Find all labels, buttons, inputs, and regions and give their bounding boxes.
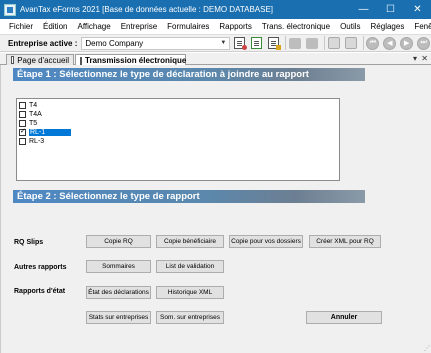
tab-list-dropdown[interactable]: ▾ bbox=[413, 54, 417, 63]
list-item[interactable]: RL-1 bbox=[17, 127, 71, 137]
stats-sur-entreprises-button[interactable]: Stats sur entreprises bbox=[86, 311, 151, 324]
resize-grip-icon[interactable]: ⋰ bbox=[424, 345, 430, 352]
tab-strip: Page d'accueil Transmission électronique… bbox=[0, 53, 431, 66]
company-label: Entreprise active : bbox=[8, 38, 78, 48]
row-label-autres-rapports: Autres rapports bbox=[14, 264, 67, 271]
report-add-icon[interactable] bbox=[249, 36, 264, 50]
menu-affichage[interactable]: Affichage bbox=[72, 22, 115, 31]
som-sur-entreprises-button[interactable]: Som. sur entreprises bbox=[156, 311, 224, 324]
close-tab-button[interactable]: ✕ bbox=[421, 54, 428, 63]
sommaires-button[interactable]: Sommaires bbox=[86, 260, 151, 273]
copie-pour-vos-dossiers-button[interactable]: Copie pour vos dossiers bbox=[229, 235, 303, 248]
menu-formulaires[interactable]: Formulaires bbox=[162, 22, 214, 31]
chevron-down-icon: ▼ bbox=[220, 40, 227, 46]
checkbox-rl1[interactable] bbox=[19, 127, 26, 136]
checkbox-t4[interactable] bbox=[19, 102, 26, 109]
title-bar: AvanTax eForms 2021 [Base de données act… bbox=[0, 0, 431, 19]
list-item-label: RL-1 bbox=[29, 129, 71, 136]
list-item[interactable]: RL-3 bbox=[17, 137, 44, 146]
company-select-value: Demo Company bbox=[85, 38, 144, 48]
menu-fichier[interactable]: Fichier bbox=[4, 22, 38, 31]
toolbar: Entreprise active : Demo Company ▼ ⏮ ◀ ▶… bbox=[0, 34, 431, 52]
historique-xml-button[interactable]: Historique XML bbox=[156, 286, 224, 299]
step2-banner: Étape 2 : Sélectionnez le type de rappor… bbox=[13, 190, 365, 203]
list-de-validation-button[interactable]: List de validation bbox=[156, 260, 224, 273]
main-content: Étape 1 : Sélectionnez le type de déclar… bbox=[0, 65, 431, 353]
tab-page-accueil[interactable]: Page d'accueil bbox=[6, 54, 74, 65]
cancel-button[interactable]: Annuler bbox=[306, 311, 382, 324]
copie-rq-button[interactable]: Copie RQ bbox=[86, 235, 151, 248]
last-record-icon[interactable]: ⏭ bbox=[416, 36, 431, 50]
menu-reglages[interactable]: Réglages bbox=[366, 22, 410, 31]
copie-beneficiaire-button[interactable]: Copie bénéficiaire bbox=[156, 235, 224, 248]
list-item-label: RL-3 bbox=[29, 138, 45, 145]
list-item[interactable]: T4A bbox=[17, 110, 42, 119]
checkbox-t4a[interactable] bbox=[19, 111, 26, 118]
minimize-button[interactable]: — bbox=[350, 0, 377, 19]
home-icon bbox=[11, 56, 15, 64]
app-icon bbox=[4, 3, 16, 16]
previous-record-icon[interactable]: ◀ bbox=[382, 36, 397, 50]
window-title: AvanTax eForms 2021 [Base de données act… bbox=[20, 5, 274, 14]
checkbox-t5[interactable] bbox=[19, 120, 26, 127]
transmission-icon bbox=[80, 56, 82, 65]
maximize-button[interactable]: ☐ bbox=[377, 0, 404, 19]
menu-bar: Fichier Édition Affichage Entreprise For… bbox=[0, 19, 431, 34]
menu-fenetre[interactable]: Fenêtre bbox=[409, 22, 431, 31]
row-label-rq-slips: RQ Slips bbox=[14, 239, 44, 246]
menu-entreprise[interactable]: Entreprise bbox=[116, 22, 162, 31]
list-item-label: T4A bbox=[29, 111, 42, 118]
menu-outils[interactable]: Outils bbox=[335, 22, 365, 31]
declaration-type-list[interactable]: T4 T4A T5 RL-1 RL-3 bbox=[16, 98, 340, 181]
step1-banner: Étape 1 : Sélectionnez le type de déclar… bbox=[13, 68, 365, 81]
tab-label: Page d'accueil bbox=[17, 55, 69, 65]
menu-edition[interactable]: Édition bbox=[38, 22, 72, 31]
first-record-icon[interactable]: ⏮ bbox=[366, 36, 381, 50]
list-item[interactable]: T4 bbox=[17, 101, 37, 110]
report-edit-icon[interactable] bbox=[266, 36, 281, 50]
checkbox-rl3[interactable] bbox=[19, 138, 26, 145]
creer-xml-pour-rq-button[interactable]: Créer XML pour RQ bbox=[309, 235, 381, 248]
company-select[interactable]: Demo Company ▼ bbox=[81, 36, 231, 50]
menu-trans-electronique[interactable]: Trans. électronique bbox=[257, 22, 335, 31]
row-label-rapports-etat: Rapports d'état bbox=[14, 288, 66, 295]
copy-icon[interactable] bbox=[305, 36, 320, 50]
lock-alt-icon[interactable] bbox=[344, 36, 359, 50]
list-item-label: T5 bbox=[29, 120, 38, 127]
close-window-button[interactable]: ✕ bbox=[404, 0, 431, 19]
report-preview-icon[interactable] bbox=[232, 36, 248, 50]
vertical-scrollbar[interactable] bbox=[422, 65, 431, 353]
lock-icon[interactable] bbox=[327, 36, 342, 50]
next-record-icon[interactable]: ▶ bbox=[399, 36, 414, 50]
menu-rapports[interactable]: Rapports bbox=[214, 22, 256, 31]
printer-icon[interactable] bbox=[288, 36, 303, 50]
etat-des-declarations-button[interactable]: État des déclarations bbox=[86, 286, 151, 299]
tab-label: Transmission électronique bbox=[85, 56, 187, 65]
list-item-label: T4 bbox=[29, 102, 38, 109]
